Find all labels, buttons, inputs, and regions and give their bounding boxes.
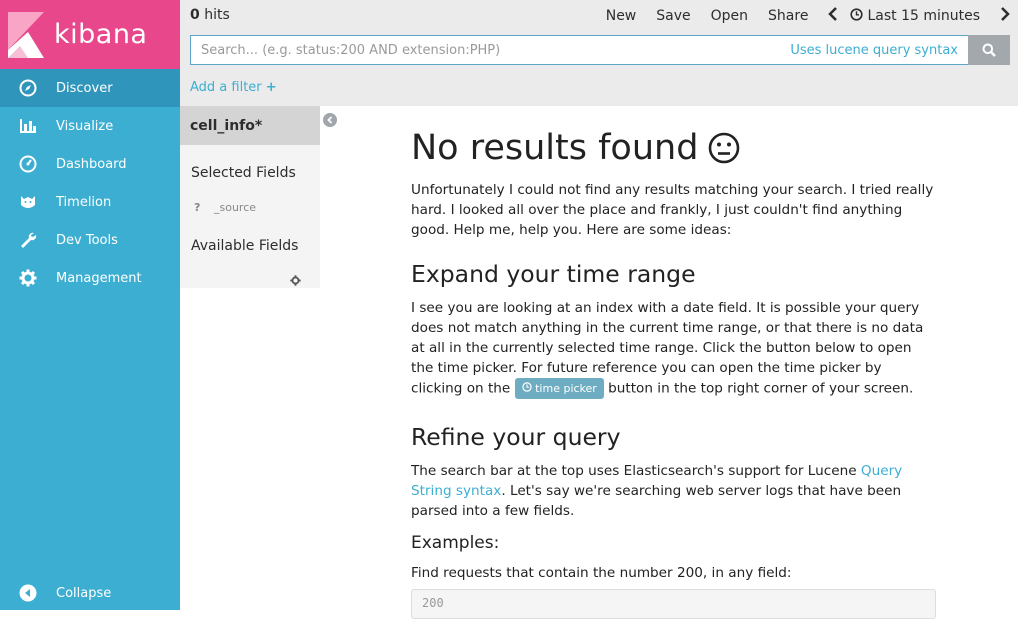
sidebar-item-dashboard[interactable]: Dashboard bbox=[0, 145, 180, 183]
sidebar-item-label: Management bbox=[56, 270, 142, 286]
save-button[interactable]: Save bbox=[656, 8, 690, 24]
sidebar-item-label: Visualize bbox=[56, 118, 114, 134]
example-code-block: 200 bbox=[411, 589, 936, 619]
sidebar-item-management[interactable]: Management bbox=[0, 259, 180, 297]
hits-count: 0 bbox=[190, 7, 200, 23]
search-button[interactable] bbox=[968, 35, 1010, 65]
hits-label: hits bbox=[199, 7, 230, 23]
no-results-content: No results found Unfortunately I could n… bbox=[411, 128, 936, 619]
index-pattern-selector[interactable]: cell_info* bbox=[180, 106, 320, 145]
neutral-face-icon bbox=[709, 132, 740, 164]
open-button[interactable]: Open bbox=[711, 8, 748, 24]
sidebar-item-discover[interactable]: Discover bbox=[0, 69, 180, 107]
title-text: No results found bbox=[411, 128, 699, 168]
search-input-wrapper: Uses lucene query syntax bbox=[190, 35, 968, 65]
wrench-icon bbox=[0, 231, 56, 249]
kibana-logo[interactable]: kibana bbox=[0, 0, 180, 69]
page-title: No results found bbox=[411, 128, 936, 168]
time-picker-button[interactable]: Last 15 minutes bbox=[850, 7, 980, 25]
clock-icon bbox=[521, 382, 532, 392]
search-icon bbox=[982, 43, 996, 57]
expand-text-2: button in the top right corner of your s… bbox=[603, 380, 914, 397]
expand-time-heading: Expand your time range bbox=[411, 260, 696, 288]
collapse-label: Collapse bbox=[56, 585, 112, 601]
top-menu: New Save Open Share Last 15 minutes bbox=[586, 7, 1010, 25]
refine-query-heading: Refine your query bbox=[411, 423, 621, 451]
sidebar-item-label: Timelion bbox=[56, 194, 112, 210]
new-button[interactable]: New bbox=[606, 8, 637, 24]
expand-time-text: I see you are looking at an index with a… bbox=[411, 298, 936, 399]
time-picker-inline-label: time picker bbox=[535, 382, 597, 395]
sidebar-item-timelion[interactable]: Timelion bbox=[0, 183, 180, 221]
field-settings-gear-icon[interactable] bbox=[290, 271, 301, 290]
sidebar-item-label: Dashboard bbox=[56, 156, 127, 172]
search-input[interactable] bbox=[201, 42, 791, 58]
time-forward-chevron-icon[interactable] bbox=[1000, 7, 1010, 25]
available-fields-heading: Available Fields bbox=[191, 238, 299, 254]
sidebar-item-label: Dev Tools bbox=[56, 232, 118, 248]
add-filter-label: Add a filter bbox=[190, 80, 262, 95]
field-name: _source bbox=[214, 201, 257, 214]
sidebar: kibana Discover Visualize Dashboard Time… bbox=[0, 0, 180, 610]
gear-icon bbox=[0, 269, 56, 287]
collapse-arrow-icon bbox=[0, 584, 56, 602]
sidebar-item-dev-tools[interactable]: Dev Tools bbox=[0, 221, 180, 259]
plus-icon: + bbox=[265, 80, 277, 95]
field-list-panel: cell_info* Selected Fields ? _source Ava… bbox=[180, 106, 320, 288]
kibana-logo-icon bbox=[6, 10, 46, 60]
timelion-icon bbox=[0, 193, 56, 211]
logo-text: kibana bbox=[54, 19, 148, 50]
time-range-label: Last 15 minutes bbox=[867, 8, 980, 24]
dashboard-icon bbox=[0, 155, 56, 173]
sidebar-item-visualize[interactable]: Visualize bbox=[0, 107, 180, 145]
hits-counter: 0 hits bbox=[190, 7, 230, 23]
search-bar: Uses lucene query syntax bbox=[190, 35, 1010, 65]
field-item-source[interactable]: ? _source bbox=[180, 201, 320, 214]
add-filter-button[interactable]: Add a filter + bbox=[190, 80, 277, 95]
collapse-field-panel-icon[interactable] bbox=[323, 113, 337, 127]
time-picker-inline-button[interactable]: time picker bbox=[514, 378, 604, 399]
compass-icon bbox=[0, 79, 56, 97]
refine-query-text: The search bar at the top uses Elasticse… bbox=[411, 461, 936, 521]
time-back-chevron-icon[interactable] bbox=[828, 7, 838, 25]
collapse-button[interactable]: Collapse bbox=[0, 576, 180, 610]
example-description: Find requests that contain the number 20… bbox=[411, 565, 792, 581]
lucene-syntax-link[interactable]: Uses lucene query syntax bbox=[790, 43, 958, 58]
top-nav: 0 hits New Save Open Share Last 15 minut… bbox=[180, 0, 1018, 106]
field-type-unknown-icon: ? bbox=[194, 201, 201, 214]
clock-icon bbox=[850, 7, 864, 25]
examples-heading: Examples: bbox=[411, 533, 500, 553]
selected-fields-heading: Selected Fields bbox=[191, 165, 296, 181]
sidebar-item-label: Discover bbox=[56, 80, 113, 96]
share-button[interactable]: Share bbox=[768, 8, 808, 24]
refine-text-1: The search bar at the top uses Elasticse… bbox=[411, 463, 861, 479]
intro-text: Unfortunately I could not find any resul… bbox=[411, 182, 934, 238]
bar-chart-icon bbox=[0, 117, 56, 135]
